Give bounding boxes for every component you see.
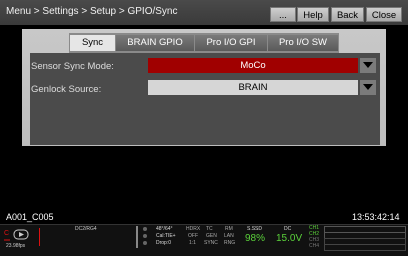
status-dot (143, 241, 147, 245)
ratio-value: 1:1 (189, 240, 196, 246)
media-label: S.SSD (247, 226, 263, 232)
sync-value: SYNC (204, 240, 218, 246)
codec: DC2/RG4 (75, 226, 97, 232)
rm-value: LAN (224, 233, 234, 239)
sensor-sync-mode-select[interactable]: MoCo (148, 58, 358, 73)
hdrx-value: OFF (188, 233, 198, 239)
tab-pro-io-gpi[interactable]: Pro I/O GPI (195, 35, 267, 51)
more-button[interactable]: ... (270, 7, 296, 22)
hdrx-label: HDRX (186, 226, 201, 232)
tc-label: TC (206, 226, 213, 232)
divider (39, 228, 40, 246)
back-button[interactable]: Back (331, 7, 364, 22)
media-remaining: 98% (245, 233, 266, 244)
close-button[interactable]: Close (366, 7, 402, 22)
sensor-sync-mode-dropdown-button[interactable] (360, 58, 376, 73)
tab-brain-gpio[interactable]: BRAIN GPIO (116, 35, 194, 51)
genlock-source-dropdown-button[interactable] (360, 80, 376, 95)
exposure: 48°/64° (156, 226, 173, 232)
genlock-source-label: Genlock Source: (31, 84, 102, 95)
power-label: DC (284, 226, 292, 232)
audio-ch4-label: CH4 (309, 243, 320, 249)
clip-name: A001_C005 (6, 212, 54, 222)
tab-pro-io-sw[interactable]: Pro I/O SW (268, 35, 338, 51)
status-dot (143, 227, 147, 231)
sensor-sync-mode-label: Sensor Sync Mode: (31, 61, 114, 72)
calibration: Cal:TIE+ (156, 233, 176, 239)
svg-text:C: C (4, 230, 9, 237)
tc-value: GEN (206, 233, 217, 239)
chevron-down-icon (363, 84, 373, 90)
power-voltage: 15.0V (276, 233, 303, 244)
breadcrumb: Menu > Settings > Setup > GPIO/Sync (6, 6, 178, 17)
audio-meter-ch4 (324, 244, 406, 251)
divider (136, 226, 138, 248)
status-dot (143, 234, 147, 238)
drop-frames: Drop:0 (156, 240, 172, 246)
help-button[interactable]: Help (297, 7, 329, 22)
rm-label: RM (225, 226, 233, 232)
rng-value: RNG (224, 240, 236, 246)
record-icon: C (4, 228, 36, 242)
tab-sync[interactable]: Sync (70, 35, 115, 51)
timecode: 13:53:42:14 (352, 212, 400, 222)
fps: 23.98fps (6, 243, 26, 249)
genlock-source-select[interactable]: BRAIN (148, 80, 358, 95)
chevron-down-icon (363, 62, 373, 68)
